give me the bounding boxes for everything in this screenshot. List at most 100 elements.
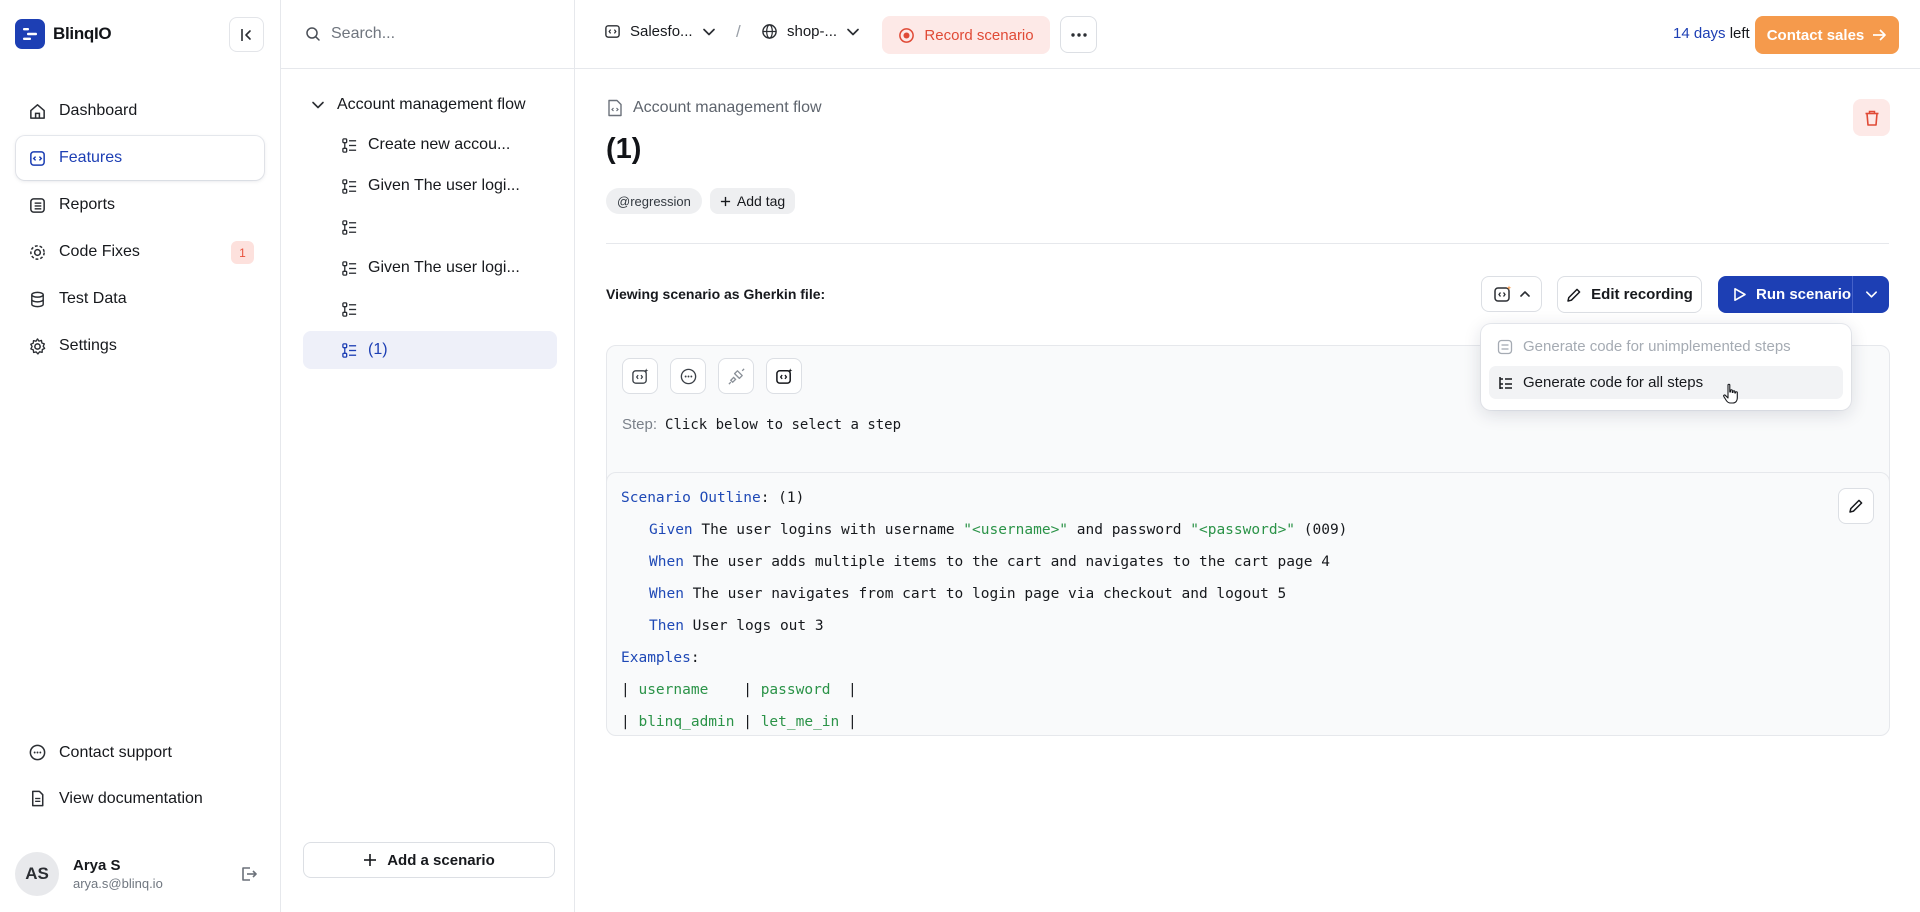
scenario-icon <box>341 342 358 359</box>
nav-label: Dashboard <box>59 102 138 119</box>
code-line-outline[interactable]: Scenario Outline: (1) <box>621 482 1875 514</box>
menu-item-generate-unimplemented[interactable]: Generate code for unimplemented steps <box>1489 330 1843 363</box>
feature-file-icon <box>607 99 623 117</box>
step-toolbar <box>622 358 802 394</box>
view-documentation-link[interactable]: View documentation <box>16 777 264 820</box>
nav-item-code-fixes[interactable]: Code Fixes 1 <box>16 230 264 274</box>
chevron-down-icon[interactable] <box>311 98 325 112</box>
more-options-button[interactable] <box>1060 16 1097 53</box>
examples-table-row[interactable]: | blinq_admin | let_me_in | <box>621 706 1875 738</box>
code-text: : <box>690 650 700 666</box>
keyword: Then <box>649 618 684 634</box>
run-scenario-button[interactable]: Run scenario <box>1718 276 1852 313</box>
tag-chip[interactable]: @regression <box>606 188 702 214</box>
scenario-tree-panel: Account management flow Create new accou… <box>281 0 575 912</box>
user-profile: AS Arya S arya.s@blinq.io <box>15 852 267 896</box>
scenario-icon <box>341 219 358 236</box>
feature-reference[interactable]: Account management flow <box>607 99 822 117</box>
nav-item-features[interactable]: Features <box>16 136 264 180</box>
step-connect-button[interactable] <box>718 358 754 394</box>
tree-scenario-item[interactable]: Given The user logi... <box>303 249 557 287</box>
scenario-icon <box>341 260 358 277</box>
menu-item-label: Generate code for all steps <box>1523 374 1704 391</box>
features-icon <box>28 149 47 168</box>
search-input[interactable] <box>331 25 551 43</box>
keyword: Scenario Outline <box>621 490 761 506</box>
code-line-step[interactable]: Then User logs out 3 <box>621 610 1875 642</box>
code-line-examples[interactable]: Examples: <box>621 642 1875 674</box>
main-nav: Dashboard Features Reports Code Fixes 1 … <box>16 89 264 371</box>
code-line-step[interactable]: Given The user logins with username "<us… <box>621 514 1875 546</box>
examples-table-header[interactable]: | username | password | <box>621 674 1875 706</box>
avatar[interactable]: AS <box>15 852 59 896</box>
tag-list: @regression Add tag <box>606 188 796 214</box>
menu-item-generate-all-steps[interactable]: Generate code for all steps <box>1489 366 1843 399</box>
environment-selector[interactable]: shop-... <box>761 23 860 40</box>
nav-label: Test Data <box>59 290 127 307</box>
sidebar: BlinqIO Dashboard Features Reports Code … <box>0 0 281 912</box>
tree-scenario-label: Given The user logi... <box>368 177 520 194</box>
add-scenario-label: Add a scenario <box>387 851 495 869</box>
more-horizontal-icon <box>1070 32 1087 37</box>
trial-suffix: left <box>1725 25 1750 42</box>
section-divider <box>606 243 1889 244</box>
plug-icon <box>727 367 746 386</box>
generate-step-code-button[interactable] <box>622 358 658 394</box>
logout-icon[interactable] <box>239 864 259 884</box>
tree-feature-account-management-flow[interactable]: Account management flow <box>303 84 557 126</box>
chat-icon <box>28 743 47 762</box>
app-logo[interactable]: BlinqIO <box>15 19 112 49</box>
tree-scenario-item[interactable]: Given The user logi... <box>303 167 557 205</box>
contact-sales-button[interactable]: Contact sales <box>1755 16 1899 54</box>
delete-scenario-button[interactable] <box>1853 99 1890 136</box>
tree-scenario-item[interactable] <box>303 290 557 328</box>
collapse-sidebar-button[interactable] <box>229 17 264 52</box>
edit-recording-button[interactable]: Edit recording <box>1557 276 1702 313</box>
tree-scenario-item[interactable]: Create new accou... <box>303 126 557 164</box>
step-comment-button[interactable] <box>670 358 706 394</box>
list-tree-icon <box>1497 375 1513 391</box>
code-text: : (1) <box>760 490 805 506</box>
nav-item-settings[interactable]: Settings <box>16 324 264 368</box>
gherkin-editor[interactable]: Scenario Outline: (1) Given The user log… <box>606 472 1890 736</box>
document-icon <box>28 789 47 808</box>
step-ai-edit-button[interactable] <box>766 358 802 394</box>
scenario-icon <box>341 178 358 195</box>
code-text: The user navigates from cart to login pa… <box>683 586 1287 602</box>
code-line-step[interactable]: When The user navigates from cart to log… <box>621 578 1875 610</box>
nav-label: Features <box>59 149 123 166</box>
tree-scenario-label: (1) <box>368 341 388 358</box>
add-scenario-button[interactable]: Add a scenario <box>303 842 555 878</box>
nav-item-dashboard[interactable]: Dashboard <box>16 89 264 133</box>
add-tag-button[interactable]: Add tag <box>709 188 796 214</box>
table-cell: blinq_admin <box>638 714 735 730</box>
ai-edit-icon <box>775 367 794 386</box>
contact-support-link[interactable]: Contact support <box>16 731 264 774</box>
project-selector[interactable]: Salesfo... <box>604 23 716 40</box>
nav-item-reports[interactable]: Reports <box>16 183 264 227</box>
chevron-up-icon <box>1519 288 1531 300</box>
tree-scenario-item-active[interactable]: (1) <box>303 331 557 369</box>
keyword: When <box>649 554 684 570</box>
keyword: When <box>649 586 684 602</box>
pencil-icon <box>1848 498 1864 514</box>
trash-icon <box>1863 109 1881 127</box>
nav-label: Contact support <box>59 743 172 761</box>
step-label: Step: <box>622 416 658 433</box>
tree-scenario-item[interactable] <box>303 208 557 246</box>
record-scenario-button[interactable]: Record scenario <box>882 16 1050 54</box>
list-check-icon <box>1497 339 1513 355</box>
generate-code-menu-toggle[interactable] <box>1481 276 1542 312</box>
edit-gherkin-button[interactable] <box>1838 488 1874 524</box>
search-icon <box>305 26 321 42</box>
table-cell: password <box>760 682 831 698</box>
code-line-step[interactable]: When The user adds multiple items to the… <box>621 546 1875 578</box>
run-options-dropdown[interactable] <box>1852 276 1889 313</box>
nav-label: Settings <box>59 337 117 354</box>
chevron-down-icon <box>846 25 860 39</box>
logo-icon <box>15 19 45 49</box>
nav-item-test-data[interactable]: Test Data <box>16 277 264 321</box>
ai-code-icon <box>631 367 650 386</box>
code-text: and password <box>1068 522 1191 538</box>
chevron-down-icon <box>702 25 716 39</box>
